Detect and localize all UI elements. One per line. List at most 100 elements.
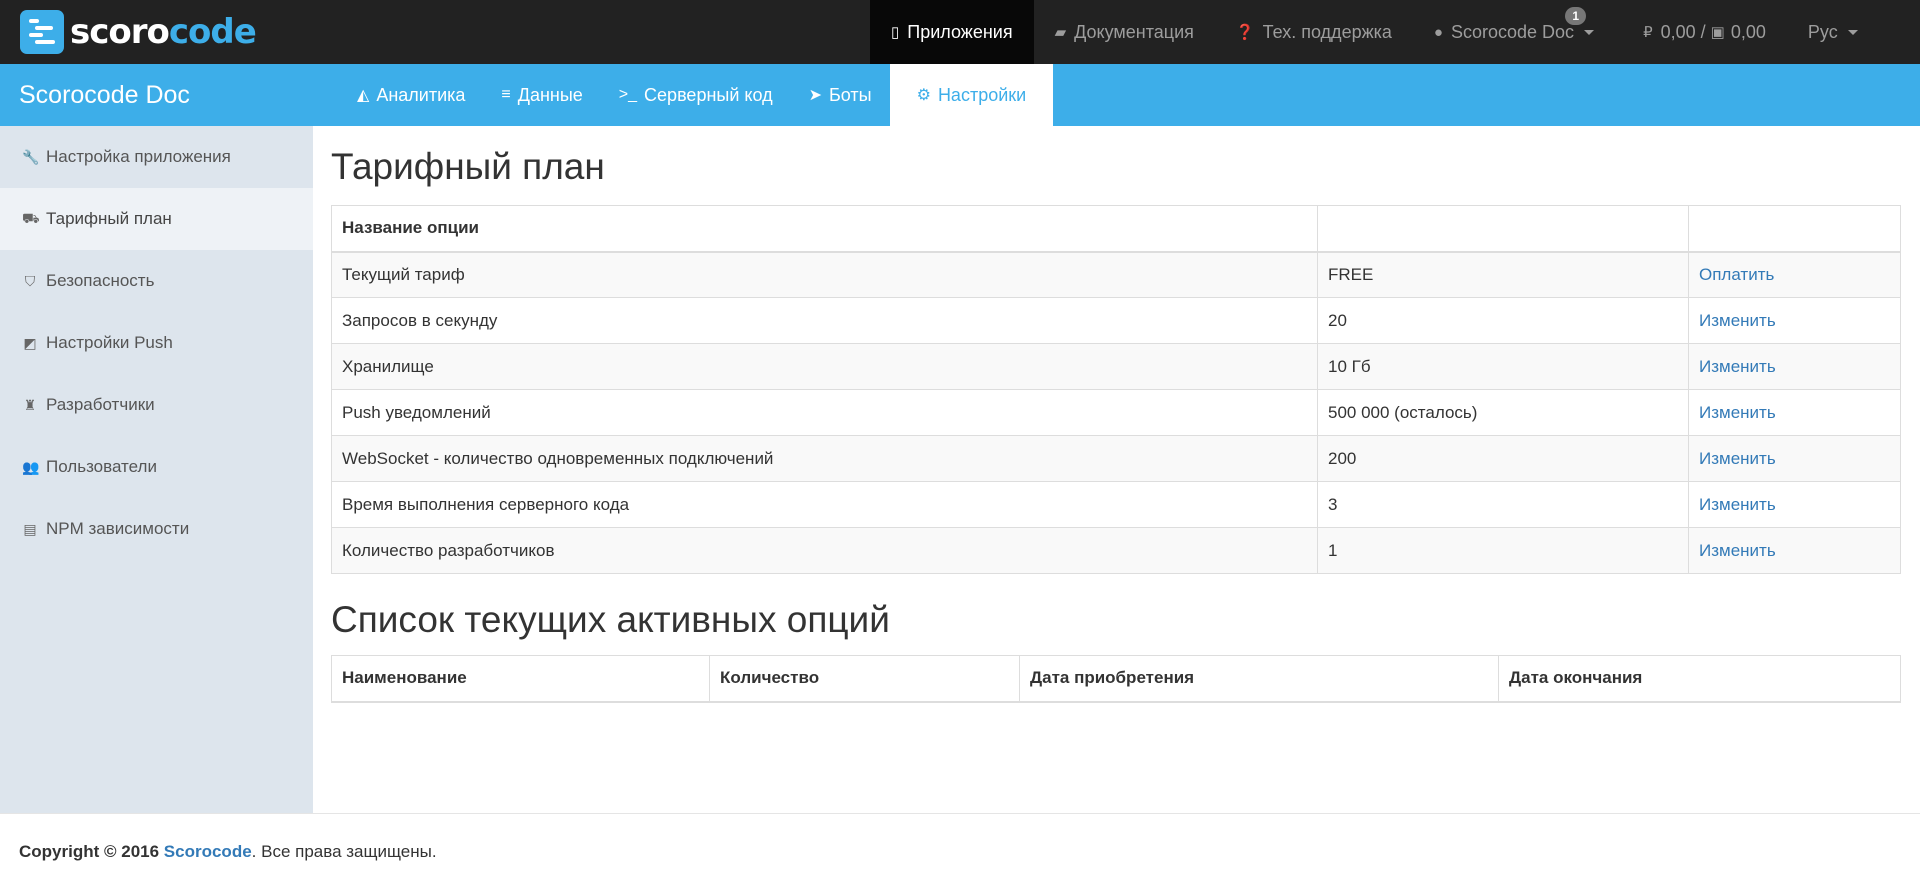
user-secret-icon: ♜ — [23, 396, 37, 413]
database-icon: ≡ — [501, 86, 511, 103]
option-name: Текущий тариф — [331, 251, 1318, 298]
sidebar-item-push[interactable]: ◩ Настройки Push — [0, 312, 313, 374]
balance-rub: 0,00 — [1660, 21, 1696, 42]
table-row: Запросов в секунду 20 Изменить — [331, 297, 1901, 344]
sidebar-item-security[interactable]: ⛉ Безопасность — [0, 250, 313, 312]
topnav-balance[interactable]: ₽ 0,00 / ▣ 0,00 — [1622, 0, 1787, 64]
option-value: 20 — [1317, 297, 1689, 344]
tab-server-code-label: Серверный код — [644, 84, 773, 105]
change-link[interactable]: Изменить — [1699, 495, 1776, 514]
column-header — [1688, 205, 1901, 253]
logo[interactable]: scorocode — [0, 0, 870, 64]
table-row: WebSocket - количество одновременных под… — [331, 435, 1901, 482]
money-icon: ▣ — [1710, 24, 1725, 41]
footer-copyright: Copyright © 2016 — [19, 841, 160, 861]
option-value: 500 000 (осталось) — [1317, 389, 1689, 436]
table-header-row: Название опции — [331, 205, 1901, 253]
sidebar-item-app-settings[interactable]: 🔧 Настройка приложения — [0, 126, 313, 188]
tab-settings-label: Настройки — [937, 84, 1027, 105]
option-name: Время выполнения серверного кода — [331, 481, 1318, 528]
option-action-cell: Изменить — [1688, 527, 1901, 574]
topnav-user-dropdown[interactable]: ● Scorocode Doc 1 — [1413, 0, 1622, 64]
main-content: Тарифный план Название опции Текущий тар… — [331, 126, 1901, 703]
project-title: Scorocode Doc — [19, 80, 190, 109]
tab-bots[interactable]: ➤ Боты — [791, 64, 890, 126]
users-icon: 👥 — [22, 458, 40, 475]
tab-settings[interactable]: ⚙ Настройки — [889, 64, 1054, 126]
option-value: 3 — [1317, 481, 1689, 528]
option-value: 10 Гб — [1317, 343, 1689, 390]
balance-separator: / — [1700, 21, 1706, 42]
gears-icon: ⚙ — [916, 87, 931, 104]
topnav-language-dropdown[interactable]: Рус — [1787, 0, 1879, 64]
column-header — [1317, 205, 1689, 253]
tab-analytics[interactable]: ◭ Аналитика — [339, 64, 483, 126]
sidebar-item-developers[interactable]: ♜ Разработчики — [0, 374, 313, 436]
project-bar: Scorocode Doc ◭ Аналитика ≡ Данные >_ Се… — [0, 64, 1920, 126]
sidebar: 🔧 Настройка приложения ⛟ Тарифный план ⛉… — [0, 126, 313, 813]
option-action-cell: Изменить — [1688, 481, 1901, 528]
active-options-table: Наименование Количество Дата приобретени… — [331, 655, 1901, 703]
balance-money: 0,00 — [1730, 21, 1766, 42]
option-name: Запросов в секунду — [331, 297, 1318, 344]
table-row: Время выполнения серверного кода 3 Измен… — [331, 481, 1901, 528]
tab-server-code[interactable]: >_ Серверный код — [601, 64, 791, 126]
option-action-cell: Изменить — [1688, 297, 1901, 344]
table-row: Количество разработчиков 1 Изменить — [331, 527, 1901, 574]
table-row: Хранилище 10 Гб Изменить — [331, 343, 1901, 390]
sidebar-item-label: NPM зависимости — [46, 519, 190, 538]
sidebar-item-label: Безопасность — [46, 271, 155, 290]
active-options-title: Список текущих активных опций — [331, 599, 890, 640]
change-link[interactable]: Изменить — [1699, 403, 1776, 422]
column-header: Дата окончания — [1498, 655, 1901, 703]
change-link[interactable]: Изменить — [1699, 449, 1776, 468]
tab-data-label: Данные — [517, 84, 583, 105]
table-row: Push уведомлений 500 000 (осталось) Изме… — [331, 389, 1901, 436]
sidebar-item-npm[interactable]: ▤ NPM зависимости — [0, 498, 313, 560]
footer-brand-link[interactable]: Scorocode — [164, 842, 252, 862]
ruble-icon: ₽ — [1643, 24, 1653, 41]
option-name: Push уведомлений — [331, 389, 1318, 436]
pay-link[interactable]: Оплатить — [1699, 265, 1774, 284]
sidebar-item-tariff[interactable]: ⛟ Тарифный план — [0, 188, 313, 250]
telegram-icon: ➤ — [808, 87, 822, 104]
tab-bots-label: Боты — [828, 84, 872, 105]
option-name: Количество разработчиков — [331, 527, 1318, 574]
sidebar-item-users[interactable]: 👥 Пользователи — [0, 436, 313, 498]
topnav-support[interactable]: ❓ Тех. поддержка — [1215, 0, 1413, 64]
sidebar-item-label: Настройка приложения — [46, 147, 231, 166]
page-title: Тарифный план — [331, 146, 605, 187]
option-value: 200 — [1317, 435, 1689, 482]
change-link[interactable]: Изменить — [1699, 541, 1776, 560]
column-header: Наименование — [331, 655, 710, 703]
notification-badge: 1 — [1565, 7, 1587, 25]
book-icon: ▰ — [1054, 24, 1067, 41]
topnav-docs-label: Документация — [1074, 21, 1194, 42]
topnav-docs[interactable]: ▰ Документация — [1034, 0, 1215, 64]
option-name: Хранилище — [331, 343, 1318, 390]
terminal-icon: >_ — [618, 86, 638, 103]
logo-mark-icon — [20, 10, 64, 54]
tariff-table: Название опции Текущий тариф FREE Оплати… — [331, 205, 1901, 574]
external-link-icon: ◩ — [23, 334, 37, 351]
column-header: Количество — [709, 655, 1020, 703]
topnav-apps[interactable]: ▯ Приложения — [870, 0, 1034, 64]
option-action-cell: Изменить — [1688, 435, 1901, 482]
table-header-row: Наименование Количество Дата приобретени… — [331, 655, 1901, 703]
tab-analytics-label: Аналитика — [376, 84, 466, 105]
topnav-apps-label: Приложения — [907, 21, 1013, 42]
footer: Copyright © 2016 Scorocode. Все права за… — [0, 813, 1920, 889]
option-name: WebSocket - количество одновременных под… — [331, 435, 1318, 482]
language-label: Рус — [1807, 21, 1838, 42]
tab-data[interactable]: ≡ Данные — [483, 64, 600, 126]
top-nav: ▯ Приложения ▰ Документация ❓ Тех. подде… — [870, 0, 1920, 64]
sidebar-item-label: Разработчики — [46, 395, 155, 414]
change-link[interactable]: Изменить — [1699, 311, 1776, 330]
change-link[interactable]: Изменить — [1699, 357, 1776, 376]
table-row: Текущий тариф FREE Оплатить — [331, 251, 1901, 298]
shield-icon: ⛉ — [24, 272, 36, 289]
option-value: FREE — [1317, 251, 1689, 298]
topnav-user-label: Scorocode Doc — [1450, 21, 1575, 42]
option-action-cell: Изменить — [1688, 343, 1901, 390]
column-header: Дата приобретения — [1019, 655, 1499, 703]
